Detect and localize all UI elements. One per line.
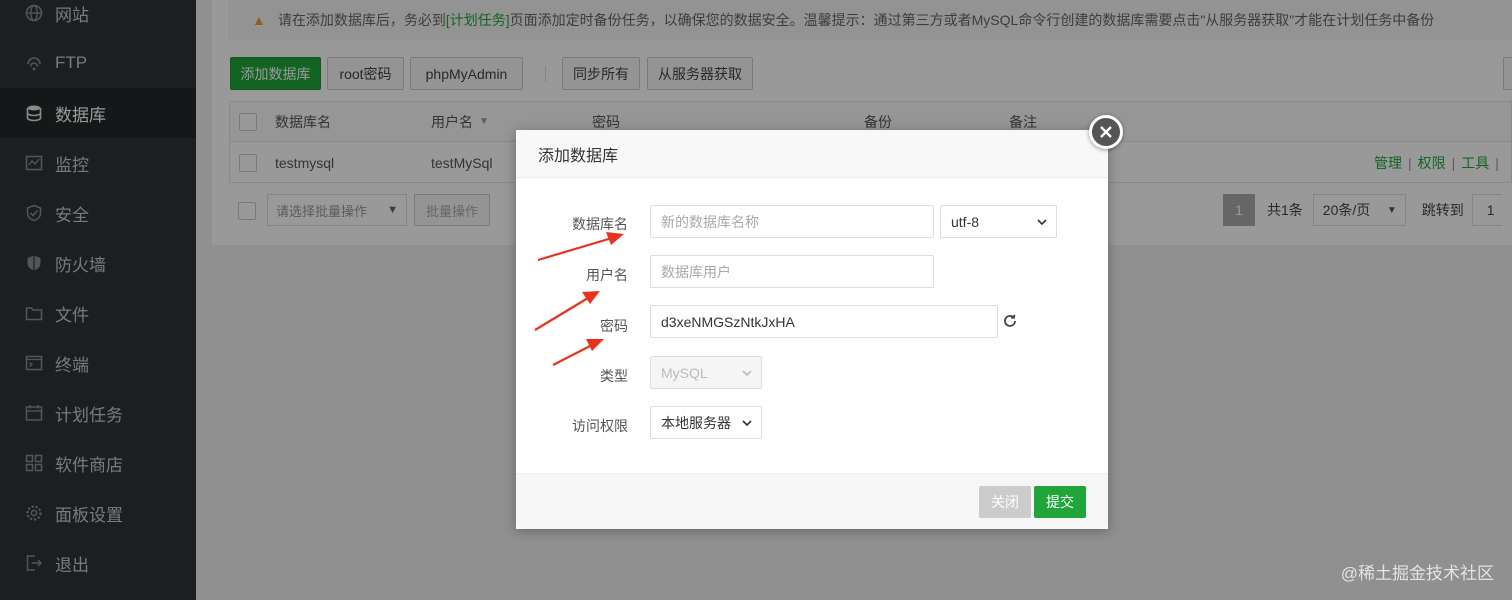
chevron-down-icon [1037,219,1047,226]
db-type-value: MySQL [661,364,708,381]
type-label: 类型 [600,368,628,384]
password-input[interactable]: d3xeNMGSzNtkJxHA [650,305,998,338]
add-database-dialog: 添加数据库 数据库名 新的数据库名称 utf-8 用户名 数据库用户 密码 d3… [516,130,1108,529]
charset-value: utf-8 [951,213,980,230]
db-user-input[interactable]: 数据库用户 [650,255,934,288]
dialog-footer: 关闭 提交 [516,473,1108,529]
access-value: 本地服务器 [661,414,731,431]
submit-button[interactable]: 提交 [1034,486,1086,518]
chevron-down-icon [742,420,752,427]
refresh-icon[interactable] [1002,313,1018,329]
db-name-input[interactable]: 新的数据库名称 [650,205,934,238]
charset-select[interactable]: utf-8 [940,205,1057,238]
close-button[interactable]: 关闭 [979,486,1031,518]
dialog-close-icon[interactable] [1089,115,1123,149]
db-name-label: 数据库名 [572,216,628,232]
db-type-select: MySQL [650,356,762,389]
chevron-down-icon [742,370,752,377]
access-select[interactable]: 本地服务器 [650,406,762,439]
access-label: 访问权限 [572,418,628,434]
password-label: 密码 [600,318,628,334]
dialog-title: 添加数据库 [516,130,1108,178]
username-label: 用户名 [586,267,628,283]
watermark: @稀土掘金技术社区 [1340,564,1494,583]
